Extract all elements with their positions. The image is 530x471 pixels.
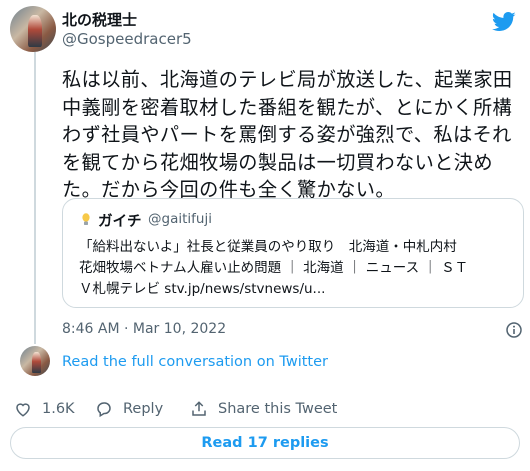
quoted-tweet-text: 「給料出ないよ」社長と従業員のやり取り 北海道・中札内村 花畑牧場ベトナム人雇い… <box>79 239 469 297</box>
tweet-text: 私は以前、北海道のテレビ局が放送した、起業家田 中義剛を密着取材した番組を観たが… <box>62 68 513 201</box>
lightbulb-icon <box>82 213 90 225</box>
share-button[interactable]: Share this Tweet <box>190 400 337 418</box>
share-label: Share this Tweet <box>218 401 338 417</box>
reply-button[interactable]: Reply <box>95 400 163 418</box>
author-avatar[interactable] <box>10 6 56 52</box>
author-avatar-small[interactable] <box>20 346 50 376</box>
quoted-tweet[interactable]: ガイチ @gaitifuji 「給料出ないよ」社長と従業員のやり取り 北海道・中… <box>62 198 524 308</box>
thread-line <box>34 52 36 344</box>
twitter-bird-icon[interactable] <box>492 12 516 32</box>
reply-icon <box>97 402 111 418</box>
author-name[interactable]: 北の税理士 <box>62 9 137 30</box>
read-conversation-link[interactable]: Read the full conversation on Twitter <box>62 354 328 370</box>
quoted-author-handle: @gaitifuji <box>148 211 212 227</box>
quoted-author-name: ガイチ <box>98 214 142 230</box>
like-count: 1.6K <box>42 401 75 417</box>
author-handle[interactable]: @Gospeedracer5 <box>62 30 192 48</box>
info-icon[interactable] <box>506 322 522 338</box>
share-icon <box>192 401 206 416</box>
reply-label: Reply <box>123 401 164 417</box>
read-replies-button[interactable]: Read 17 replies <box>10 427 520 459</box>
like-button[interactable]: 1.6K <box>14 400 75 418</box>
tweet-timestamp[interactable]: 8:46 AM · Mar 10, 2022 <box>62 321 226 337</box>
heart-icon <box>16 403 30 417</box>
